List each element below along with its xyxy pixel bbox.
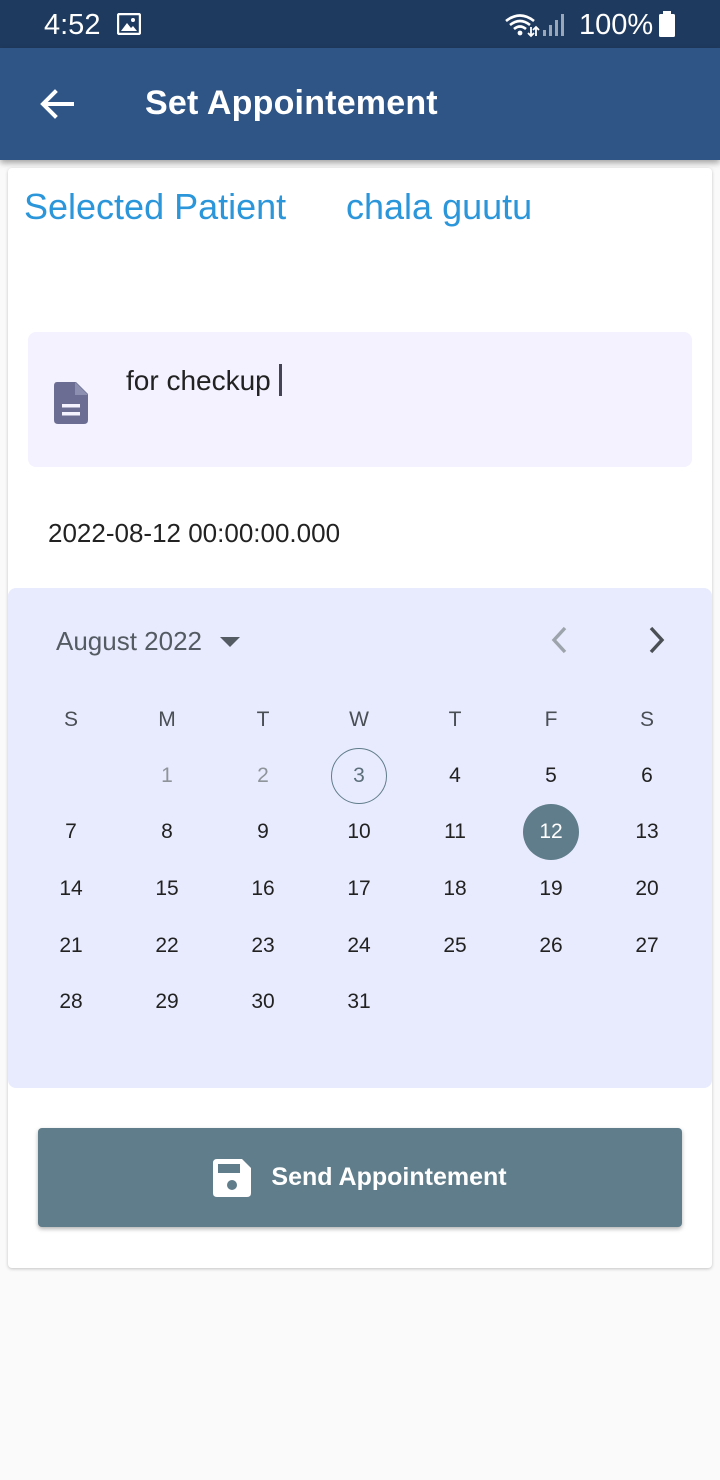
calendar-day[interactable]: 17: [331, 861, 387, 917]
calendar-day[interactable]: 21: [43, 918, 99, 974]
month-year-selector[interactable]: August 2022: [56, 626, 241, 657]
previous-month-button[interactable]: [544, 622, 576, 658]
signal-icon: [543, 14, 564, 36]
page-title: Set Appointement: [145, 84, 438, 122]
calendar-day[interactable]: 4: [427, 748, 483, 804]
selected-patient-label: Selected Patient: [24, 186, 287, 227]
calendar-day[interactable]: 14: [43, 861, 99, 917]
battery-icon: [659, 11, 675, 37]
save-icon: [213, 1158, 252, 1197]
calendar-day[interactable]: 23: [235, 918, 291, 974]
calendar-day[interactable]: 8: [139, 804, 195, 860]
status-bar: 4:52 100%: [0, 0, 720, 48]
calendar-day[interactable]: 9: [235, 804, 291, 860]
calendar-day[interactable]: 27: [619, 918, 675, 974]
calendar-day[interactable]: 25: [427, 918, 483, 974]
calendar-day[interactable]: 20: [619, 861, 675, 917]
appointment-card: Selected Patient chala guutu for checkup…: [8, 168, 712, 1268]
document-icon: [54, 382, 88, 424]
calendar-day[interactable]: 26: [523, 918, 579, 974]
appointment-note-input[interactable]: for checkup: [28, 332, 692, 467]
send-appointment-button[interactable]: Send Appointement: [38, 1128, 682, 1227]
calendar-day: 1: [161, 764, 173, 787]
calendar-day[interactable]: 24: [331, 918, 387, 974]
send-appointment-label: Send Appointement: [271, 1163, 507, 1191]
calendar-day[interactable]: 10: [331, 804, 387, 860]
note-text[interactable]: for checkup: [126, 364, 282, 397]
weekday-header: T: [256, 708, 270, 731]
weekday-header: F: [544, 708, 558, 731]
selected-patient-name: chala guutu: [346, 186, 533, 227]
weekday-header: T: [448, 708, 462, 731]
weekday-header: S: [63, 708, 78, 731]
app-bar: Set Appointement: [0, 48, 720, 160]
next-month-button[interactable]: [640, 622, 672, 658]
calendar-day[interactable]: 11: [427, 804, 483, 860]
calendar-day[interactable]: 3: [331, 748, 387, 804]
month-year-label: August 2022: [56, 626, 203, 656]
calendar-day[interactable]: 18: [427, 861, 483, 917]
calendar-day[interactable]: 22: [139, 918, 195, 974]
battery-percentage: 100%: [579, 9, 654, 41]
calendar-day[interactable]: 28: [43, 974, 99, 1030]
calendar-day[interactable]: 13: [619, 804, 675, 860]
calendar-day[interactable]: 16: [235, 861, 291, 917]
caret-down-icon: [220, 636, 241, 647]
calendar-day[interactable]: 30: [235, 974, 291, 1030]
weekday-header: M: [158, 708, 176, 731]
weekday-header: S: [639, 708, 654, 731]
back-button[interactable]: [24, 76, 88, 132]
calendar-day[interactable]: 19: [523, 861, 579, 917]
weekday-header: W: [349, 708, 369, 731]
status-time: 4:52: [44, 9, 101, 41]
calendar: August 2022 S M T W T F S 1 2 3 4 5 6 7 8 9 10 11 12 13 14 15…: [8, 588, 712, 1088]
calendar-day[interactable]: 5: [523, 748, 579, 804]
text-cursor: [278, 364, 282, 396]
calendar-day-selected[interactable]: 12: [523, 804, 579, 860]
calendar-day: 2: [257, 764, 269, 787]
note-value: for checkup: [126, 365, 271, 396]
gallery-icon: [117, 13, 141, 35]
arrow-back-icon: [40, 89, 74, 119]
selected-datetime: 2022-08-12 00:00:00.000: [48, 518, 341, 548]
calendar-day[interactable]: 31: [331, 974, 387, 1030]
calendar-day[interactable]: 7: [43, 804, 99, 860]
calendar-day[interactable]: 15: [139, 861, 195, 917]
calendar-day[interactable]: 6: [619, 748, 675, 804]
calendar-day[interactable]: 29: [139, 974, 195, 1030]
wifi-icon: [505, 14, 540, 38]
